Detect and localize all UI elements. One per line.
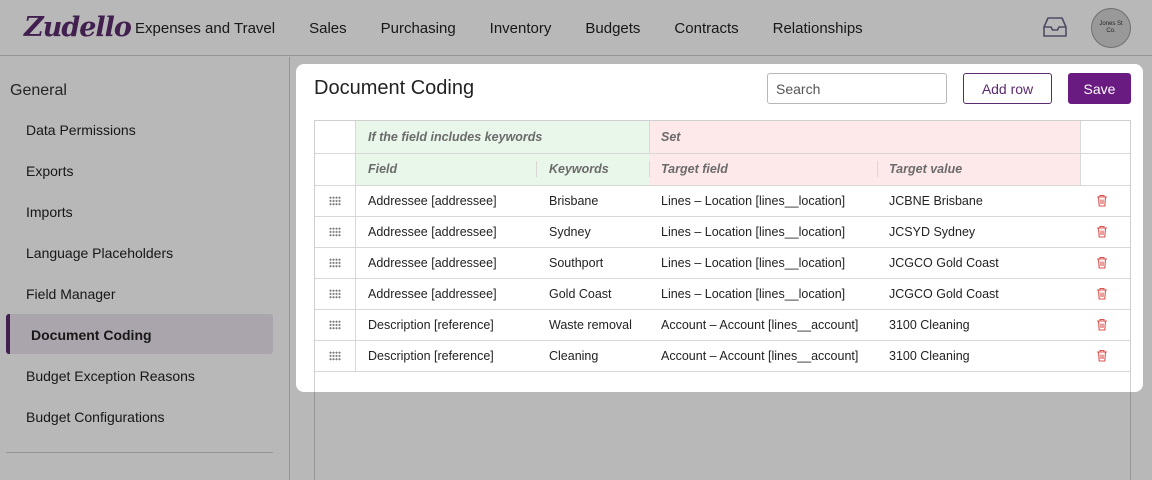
grid-line <box>649 161 650 177</box>
grid-line <box>536 161 537 177</box>
row-field[interactable]: Addressee [addressee] <box>368 278 497 309</box>
grid-line <box>315 371 1130 372</box>
row-keywords[interactable]: Gold Coast <box>549 278 612 309</box>
delete-row-trash-icon[interactable] <box>1096 225 1108 238</box>
row-field[interactable]: Description [reference] <box>368 309 494 340</box>
row-keywords[interactable]: Sydney <box>549 216 591 247</box>
row-target-value[interactable]: JCGCO Gold Coast <box>889 247 999 278</box>
row-target-field[interactable]: Lines – Location [lines__location] <box>661 185 845 216</box>
row-keywords[interactable]: Waste removal <box>549 309 632 340</box>
grid-line <box>355 121 356 371</box>
coding-rules-table: If the field includes keywords Set Field… <box>314 120 1131 392</box>
column-header-target-value[interactable]: Target value <box>889 153 962 185</box>
row-keywords[interactable]: Cleaning <box>549 340 598 371</box>
action-group-header: Set <box>661 130 681 144</box>
drag-handle-icon[interactable] <box>329 320 341 330</box>
column-header-field[interactable]: Field <box>368 153 397 185</box>
grid-line <box>877 161 878 177</box>
grid-line <box>315 153 1130 154</box>
row-keywords[interactable]: Southport <box>549 247 603 278</box>
save-button[interactable]: Save <box>1068 73 1131 104</box>
row-target-value[interactable]: JCSYD Sydney <box>889 216 975 247</box>
add-row-button[interactable]: Add row <box>963 73 1052 104</box>
row-field[interactable]: Description [reference] <box>368 340 494 371</box>
row-target-field[interactable]: Lines – Location [lines__location] <box>661 247 845 278</box>
search-input[interactable] <box>767 73 947 104</box>
column-header-keywords[interactable]: Keywords <box>549 153 609 185</box>
delete-row-trash-icon[interactable] <box>1096 318 1108 331</box>
modal-title: Document Coding <box>314 77 475 99</box>
drag-handle-icon[interactable] <box>329 289 341 299</box>
delete-row-trash-icon[interactable] <box>1096 349 1108 362</box>
delete-row-trash-icon[interactable] <box>1096 194 1108 207</box>
row-target-value[interactable]: JCBNE Brisbane <box>889 185 983 216</box>
row-target-field[interactable]: Lines – Location [lines__location] <box>661 216 845 247</box>
row-target-field[interactable]: Lines – Location [lines__location] <box>661 278 845 309</box>
drag-handle-icon[interactable] <box>329 196 341 206</box>
row-keywords[interactable]: Brisbane <box>549 185 598 216</box>
document-coding-modal: Document Coding Add row Save If the fiel… <box>296 64 1143 392</box>
drag-handle-icon[interactable] <box>329 258 341 268</box>
column-header-target-field[interactable]: Target field <box>661 153 728 185</box>
row-field[interactable]: Addressee [addressee] <box>368 185 497 216</box>
grid-line <box>1080 121 1081 185</box>
delete-row-trash-icon[interactable] <box>1096 256 1108 269</box>
row-target-value[interactable]: 3100 Cleaning <box>889 340 970 371</box>
row-target-value[interactable]: JCGCO Gold Coast <box>889 278 999 309</box>
drag-handle-icon[interactable] <box>329 227 341 237</box>
grid-line <box>649 121 650 153</box>
row-field[interactable]: Addressee [addressee] <box>368 247 497 278</box>
drag-handle-icon[interactable] <box>329 351 341 361</box>
condition-group-header: If the field includes keywords <box>368 130 543 144</box>
delete-row-trash-icon[interactable] <box>1096 287 1108 300</box>
row-target-field[interactable]: Account – Account [lines__account] <box>661 340 858 371</box>
row-field[interactable]: Addressee [addressee] <box>368 216 497 247</box>
row-target-value[interactable]: 3100 Cleaning <box>889 309 970 340</box>
row-target-field[interactable]: Account – Account [lines__account] <box>661 309 858 340</box>
